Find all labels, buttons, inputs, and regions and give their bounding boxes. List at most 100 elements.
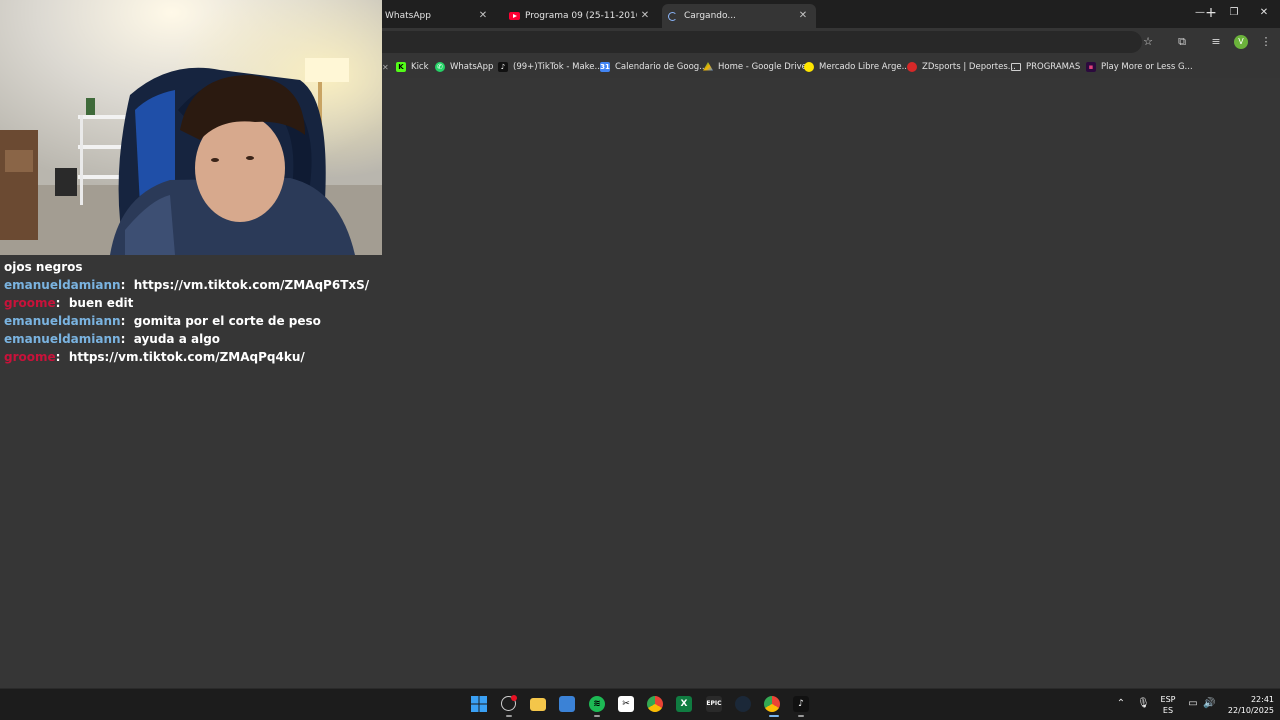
browser-toolbar: ☆ ⧉ ≡ V ⋮	[382, 28, 1280, 56]
star-icon[interactable]: ☆	[1140, 34, 1156, 50]
display-icon[interactable]: ▭	[1187, 698, 1199, 710]
chat-username: groome	[4, 296, 56, 310]
folder-icon	[1011, 63, 1021, 71]
desktop: WhatsApp ✕ Programa 09 (25-11-2016) Pes …	[0, 0, 1280, 720]
close-window-button[interactable]: ✕	[1256, 6, 1272, 20]
bookmark-label: PROGRAMAS	[1026, 62, 1081, 72]
game-icon: ▪	[1086, 62, 1096, 72]
chat-text: https://vm.tiktok.com/ZMAqPq4ku/	[68, 350, 305, 364]
tiktok-icon: ♪	[498, 62, 508, 72]
tab-title: Programa 09 (25-11-2016) Pes	[525, 11, 637, 21]
taskbar: ≋ ✂ X EPIC ♪ ⌃ ESP ES 🎙 ▭ 🔊 22:41 22/10/…	[0, 688, 1280, 720]
bookmark-programas[interactable]: PROGRAMAS	[1011, 60, 1080, 74]
chat-message: groome: buen edit	[4, 294, 504, 312]
address-bar[interactable]	[382, 31, 1142, 53]
chat-separator: :	[120, 314, 126, 328]
loading-spinner-icon	[668, 11, 677, 21]
tab-strip: WhatsApp ✕ Programa 09 (25-11-2016) Pes …	[382, 0, 1280, 28]
chat-separator: :	[120, 278, 126, 292]
bookmark-label: (99+)TikTok - Make...	[513, 62, 603, 72]
chat-overlay: ojos negros emanueldamiann: https://vm.t…	[4, 258, 504, 366]
minimize-button[interactable]: —	[1192, 6, 1208, 20]
keyboard-layout: ES	[1162, 706, 1174, 715]
steam-icon[interactable]	[735, 696, 751, 712]
chat-message: emanueldamiann: ayuda a algo	[4, 330, 504, 348]
bookmark-label: Calendario de Goog...	[615, 62, 708, 72]
youtube-icon	[509, 12, 520, 20]
microphone-icon[interactable]: 🎙	[1137, 698, 1150, 710]
spotify-icon[interactable]: ≋	[589, 696, 605, 712]
bookmark-kick[interactable]: K Kick	[396, 60, 429, 74]
calendar-icon: 31	[600, 62, 610, 72]
chat-message: emanueldamiann: gomita por el corte de p…	[4, 312, 504, 330]
extensions-icon[interactable]: ⧉	[1174, 34, 1190, 50]
close-icon[interactable]: ✕	[796, 9, 810, 23]
restore-button[interactable]: ❐	[1226, 6, 1242, 20]
excel-icon[interactable]: X	[676, 696, 692, 712]
bookmark-label: ZDsports | Deportes...	[922, 62, 1016, 72]
bookmark-whatsapp[interactable]: ✆ WhatsApp	[435, 60, 493, 74]
bookmarks-overflow[interactable]: ✕	[382, 60, 389, 74]
chat-text: gomita por el corte de peso	[133, 314, 321, 328]
chat-username: emanueldamiann	[4, 314, 121, 328]
webcam-feed-image	[0, 0, 382, 255]
tab-title: WhatsApp	[385, 11, 431, 21]
media-controls-icon[interactable]: ≡	[1208, 34, 1224, 50]
tiktok-icon[interactable]: ♪	[793, 696, 809, 712]
whatsapp-icon: ✆	[435, 62, 445, 72]
bookmark-label: Kick	[411, 62, 429, 72]
bookmark-zdsports[interactable]: ZDsports | Deportes...	[907, 60, 1016, 74]
mercadolibre-icon	[804, 62, 814, 72]
chat-message: emanueldamiann: https://vm.tiktok.com/ZM…	[4, 276, 504, 294]
file-explorer-icon[interactable]	[530, 698, 546, 711]
epic-games-icon[interactable]: EPIC	[706, 696, 722, 712]
chat-separator: :	[55, 296, 61, 310]
tab-programa[interactable]: Programa 09 (25-11-2016) Pes ✕	[506, 4, 658, 28]
chevron-up-icon[interactable]: ⌃	[1115, 698, 1127, 710]
date-text: 22/10/2025	[1227, 706, 1274, 715]
bookmark-label: Play More or Less G...	[1101, 62, 1193, 72]
bookmark-calendar[interactable]: 31 Calendario de Goog...	[600, 60, 707, 74]
close-icon[interactable]: ✕	[638, 9, 652, 23]
running-indicator	[506, 715, 512, 717]
chat-username: emanueldamiann	[4, 278, 121, 292]
chat-text: ojos negros	[4, 260, 83, 274]
tab-cargando[interactable]: Cargando... ✕	[662, 4, 816, 28]
chat-text: https://vm.tiktok.com/ZMAqP6TxS/	[133, 278, 370, 292]
chrome-icon[interactable]	[647, 696, 663, 712]
chat-username: emanueldamiann	[4, 332, 121, 346]
language-indicator[interactable]: ESP ES	[1156, 694, 1180, 716]
bookmark-label: Home - Google Drive	[718, 62, 807, 72]
time-text: 22:41	[1250, 695, 1274, 704]
store-icon[interactable]	[559, 696, 575, 712]
drive-icon	[703, 62, 713, 71]
bookmark-label: WhatsApp	[450, 62, 494, 72]
chrome-profile-icon[interactable]	[764, 696, 780, 712]
chat-message: ojos negros	[4, 258, 504, 276]
capcut-icon[interactable]: ✂	[618, 696, 634, 712]
zdsports-icon	[907, 62, 917, 72]
tab-title: Cargando...	[684, 11, 736, 21]
running-indicator	[798, 715, 804, 717]
profile-avatar[interactable]: V	[1234, 35, 1248, 49]
chat-text: ayuda a algo	[133, 332, 221, 346]
volume-icon[interactable]: 🔊	[1203, 698, 1215, 710]
chat-message: groome: https://vm.tiktok.com/ZMAqPq4ku/	[4, 348, 504, 366]
bookmarks-bar: ✕ K Kick ✆ WhatsApp ♪ (99+)TikTok - Make…	[382, 56, 1280, 78]
tab-whatsapp[interactable]: WhatsApp ✕	[382, 4, 500, 28]
windows-start-icon[interactable]	[471, 696, 487, 712]
bookmark-mercadolibre[interactable]: Mercado Libre Arge...	[804, 60, 910, 74]
close-icon[interactable]: ✕	[476, 9, 490, 23]
bookmark-drive[interactable]: Home - Google Drive	[703, 60, 807, 74]
clock[interactable]: 22:41 22/10/2025	[1222, 694, 1274, 716]
kick-icon: K	[396, 62, 406, 72]
bookmark-tiktok[interactable]: ♪ (99+)TikTok - Make...	[498, 60, 603, 74]
language-code: ESP	[1160, 695, 1176, 704]
more-menu-icon[interactable]: ⋮	[1258, 34, 1274, 50]
bookmark-playmoreorless[interactable]: ▪ Play More or Less G...	[1086, 60, 1193, 74]
chat-separator: :	[55, 350, 61, 364]
running-indicator	[594, 715, 600, 717]
chat-text: buen edit	[68, 296, 134, 310]
chat-username: groome	[4, 350, 56, 364]
active-indicator	[769, 715, 779, 717]
